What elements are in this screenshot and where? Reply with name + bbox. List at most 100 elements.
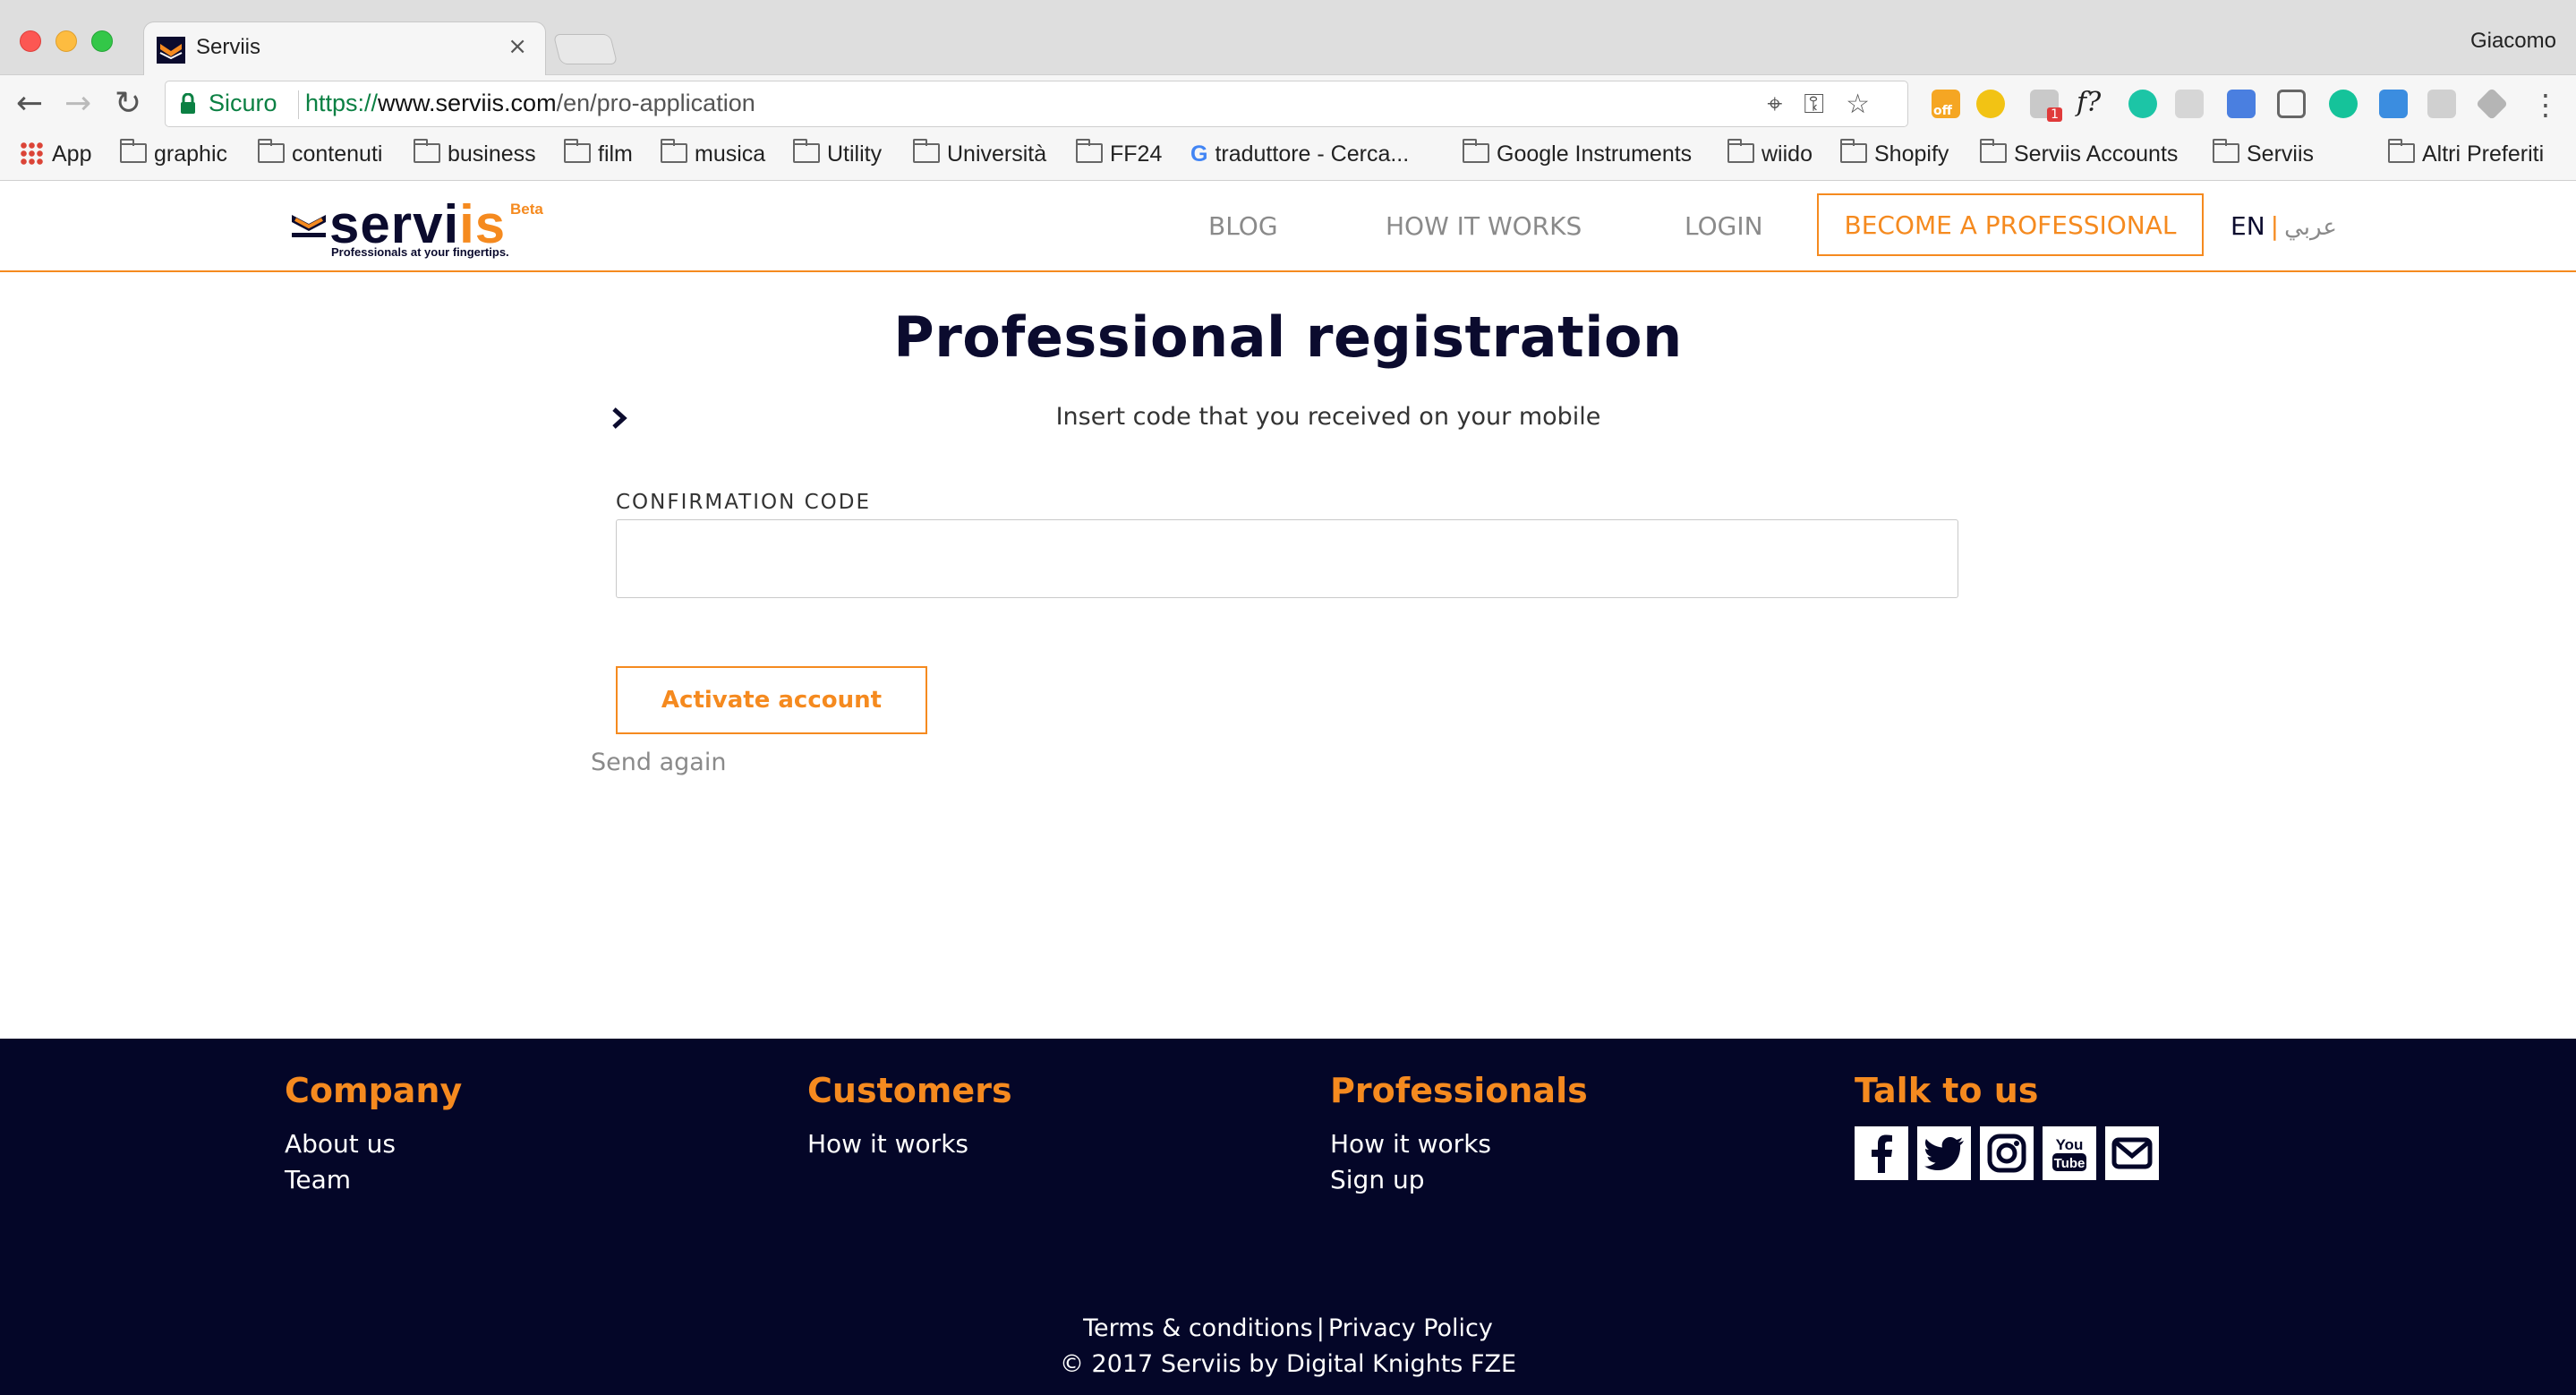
- lang-en[interactable]: EN: [2231, 211, 2265, 241]
- bookmark-7[interactable]: Università: [913, 139, 1047, 167]
- serviis-favicon-icon: [157, 37, 185, 64]
- page-title: Professional registration: [893, 304, 1683, 370]
- facebook-icon[interactable]: [1855, 1126, 1908, 1180]
- extension-off-icon[interactable]: off: [1932, 90, 1960, 118]
- bookmarks-bar: App graphic contenuti business film musica Uti…: [0, 134, 2576, 181]
- youtube-icon[interactable]: You Tube: [2043, 1126, 2096, 1180]
- footer-customers-heading: Customers: [807, 1071, 1012, 1110]
- back-arrow-icon[interactable]: ←: [16, 86, 43, 122]
- confirmation-code-label: CONFIRMATION CODE: [616, 491, 872, 514]
- browser-menu-icon[interactable]: ⋮: [2531, 88, 2560, 122]
- footer-sign-up-link[interactable]: Sign up: [1330, 1162, 1588, 1198]
- close-window-button[interactable]: [20, 30, 41, 52]
- confirmation-code-input[interactable]: [616, 519, 1958, 598]
- terms-link[interactable]: Terms & conditions: [1083, 1314, 1313, 1342]
- bookmark-star-icon[interactable]: ☆: [1846, 89, 1891, 120]
- site-footer: Company About us Team Customers How it w…: [0, 1039, 2576, 1395]
- bookmark-13[interactable]: Serviis Accounts: [1980, 139, 2178, 167]
- nav-login[interactable]: LOGIN: [1685, 211, 1763, 241]
- bookmark-12[interactable]: Shopify: [1840, 139, 1949, 167]
- extension-off-badge: off: [1933, 104, 1952, 118]
- secure-label: Sicuro: [209, 90, 277, 116]
- bookmark-label: Utility: [827, 141, 883, 167]
- lang-separator: |: [2270, 211, 2280, 241]
- send-again-link[interactable]: Send again: [591, 749, 726, 776]
- footer-legal-links: Terms & conditions | Privacy Policy: [0, 1311, 2576, 1347]
- language-switcher: EN | عربي: [2231, 211, 2337, 241]
- new-tab-button[interactable]: [552, 34, 618, 64]
- bookmark-0[interactable]: App: [20, 141, 91, 167]
- bookmark-label: musica: [695, 141, 766, 167]
- bookmark-9[interactable]: Gtraduttore - Cerca...: [1190, 141, 1409, 167]
- bookmark-3[interactable]: business: [414, 139, 536, 167]
- location-target-icon[interactable]: ⌖: [1767, 89, 1804, 120]
- footer-talk-heading: Talk to us: [1855, 1071, 2039, 1110]
- footer-company: Company About us Team: [285, 1071, 462, 1198]
- serviis-logo[interactable]: serviis Beta Professionals at your finge…: [292, 193, 560, 265]
- bookmark-14[interactable]: Serviis: [2213, 139, 2314, 167]
- mail-icon[interactable]: [2105, 1126, 2159, 1180]
- bookmark-label: Università: [947, 141, 1047, 167]
- bookmark-11[interactable]: wiido: [1727, 139, 1813, 167]
- extension-print-icon[interactable]: [2227, 90, 2256, 118]
- lang-ar[interactable]: عربي: [2284, 214, 2337, 241]
- tab-close-icon[interactable]: ×: [508, 33, 527, 60]
- instagram-icon[interactable]: [1980, 1126, 2034, 1180]
- lock-icon: [181, 93, 195, 114]
- logo-beta: Beta: [510, 201, 543, 218]
- footer-company-heading: Company: [285, 1071, 463, 1110]
- bookmark-label: Shopify: [1874, 141, 1949, 167]
- footer-about-us-link[interactable]: About us: [285, 1126, 462, 1162]
- maximize-window-button[interactable]: [91, 30, 113, 52]
- bookmark-6[interactable]: Utility: [793, 139, 883, 167]
- bookmark-label: business: [448, 141, 536, 167]
- svg-text:Tube: Tube: [2054, 1156, 2086, 1171]
- page-subtitle: Insert code that you received on your mo…: [1055, 403, 1601, 431]
- tab-title: Serviis: [196, 35, 261, 59]
- footer-customers-how-it-works-link[interactable]: How it works: [807, 1126, 1012, 1162]
- bookmark-15[interactable]: Altri Preferiti: [2388, 139, 2544, 167]
- twitter-icon[interactable]: [1917, 1126, 1971, 1180]
- extension-puzzle-icon[interactable]: 1: [2030, 90, 2062, 122]
- minimize-window-button[interactable]: [55, 30, 77, 52]
- footer-pro-how-it-works-link[interactable]: How it works: [1330, 1126, 1588, 1162]
- activate-account-button[interactable]: Activate account: [616, 666, 927, 734]
- cast-icon[interactable]: [2277, 90, 2306, 118]
- privacy-link[interactable]: Privacy Policy: [1328, 1314, 1493, 1342]
- bookmark-2[interactable]: contenuti: [258, 139, 382, 167]
- browser-tab[interactable]: Serviis ×: [143, 21, 546, 77]
- bookmark-1[interactable]: graphic: [120, 139, 227, 167]
- footer-professionals-heading: Professionals: [1330, 1071, 1588, 1110]
- forward-arrow-icon[interactable]: →: [64, 86, 91, 122]
- extension-translate-icon[interactable]: [2379, 90, 2408, 118]
- reload-icon[interactable]: ↻: [115, 86, 141, 122]
- grammarly-icon[interactable]: [2329, 90, 2358, 118]
- bookmark-5[interactable]: musica: [661, 139, 766, 167]
- become-professional-button[interactable]: BECOME A PROFESSIONAL: [1817, 193, 2204, 256]
- omnibox-actions: ⌖⚿☆: [1767, 89, 1891, 120]
- nav-how-it-works[interactable]: HOW IT WORKS: [1386, 211, 1582, 241]
- site-header: serviis Beta Professionals at your finge…: [0, 181, 2576, 272]
- address-separator: [298, 90, 299, 119]
- bookmark-label: wiido: [1761, 141, 1813, 167]
- bookmark-label: film: [598, 141, 633, 167]
- extension-fx-icon[interactable]: f?: [2077, 90, 2105, 118]
- bookmark-4[interactable]: film: [564, 139, 633, 167]
- url-text[interactable]: https://www.serviis.com/en/pro-applicati…: [305, 90, 755, 117]
- browser-profile-name[interactable]: Giacomo: [2470, 29, 2556, 54]
- browser-titlebar: Serviis × Giacomo: [0, 0, 2576, 77]
- address-bar[interactable]: Sicuro https://www.serviis.com/en/pro-ap…: [165, 81, 1908, 127]
- extension-clip-icon[interactable]: [2175, 90, 2204, 118]
- extension-smile-icon[interactable]: [1976, 90, 2005, 118]
- key-icon[interactable]: ⚿: [1804, 89, 1846, 120]
- folder-icon: [1980, 139, 2007, 163]
- extension-m-icon[interactable]: [2128, 90, 2157, 118]
- extension-screen-icon[interactable]: [2427, 90, 2456, 118]
- nav-blog[interactable]: BLOG: [1208, 211, 1278, 241]
- bookmark-label: graphic: [154, 141, 227, 167]
- bookmark-8[interactable]: FF24: [1076, 139, 1162, 167]
- footer-team-link[interactable]: Team: [285, 1162, 462, 1198]
- folder-icon: [120, 139, 147, 163]
- folder-icon: [1463, 139, 1489, 163]
- bookmark-10[interactable]: Google Instruments: [1463, 139, 1692, 167]
